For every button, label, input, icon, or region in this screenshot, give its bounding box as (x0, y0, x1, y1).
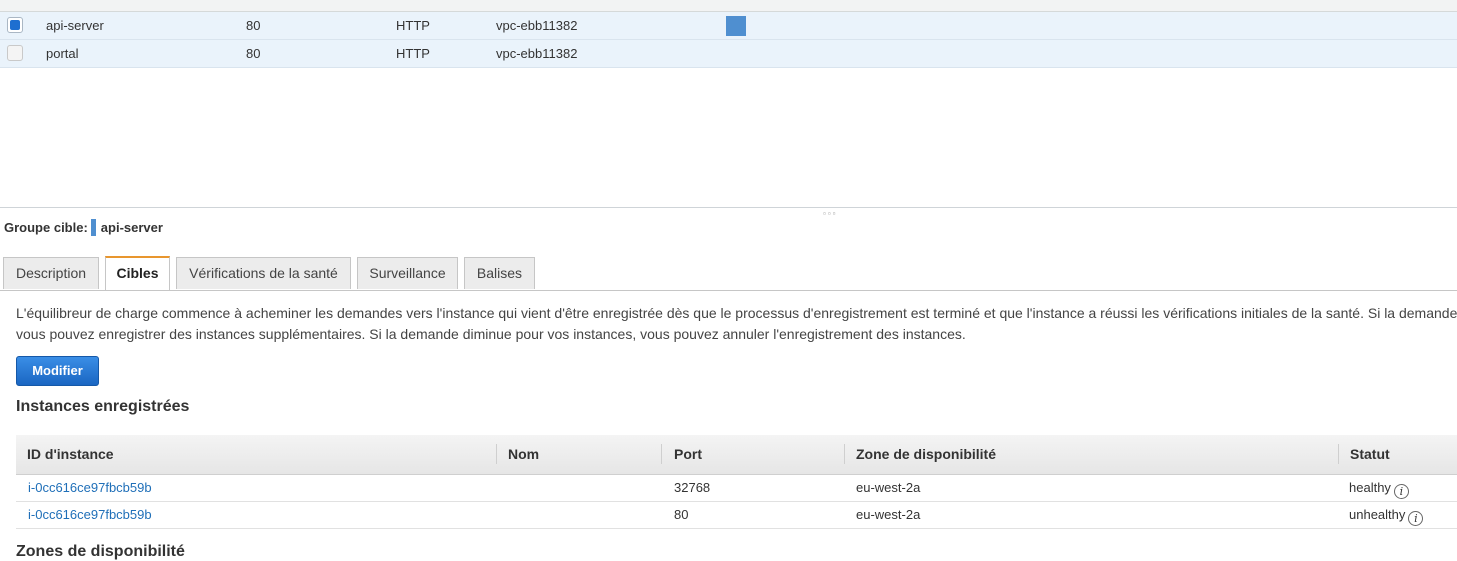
instances-table-header: ID d'instance Nom Port Zone de disponibi… (16, 435, 1457, 475)
column-header-name[interactable]: Nom (508, 446, 539, 462)
target-group-name: portal (46, 46, 79, 61)
column-divider[interactable] (844, 444, 845, 464)
row-checkbox[interactable] (7, 45, 23, 61)
instance-zone: eu-west-2a (856, 507, 921, 522)
tab-monitoring[interactable]: Surveillance (357, 257, 458, 289)
target-group-protocol: HTTP (396, 46, 430, 61)
column-divider[interactable] (1338, 444, 1339, 464)
group-label: Groupe cible: (4, 220, 88, 235)
target-group-name: api-server (46, 18, 104, 33)
target-group-port: 80 (246, 46, 261, 61)
targets-info-text: L'équilibreur de charge commence à achem… (16, 303, 1457, 345)
group-name: api-server (100, 220, 163, 235)
tab-health-checks[interactable]: Vérifications de la santé (176, 257, 351, 289)
group-color-marker (90, 219, 96, 236)
row-checkbox[interactable] (7, 17, 23, 33)
detail-heading: Groupe cible: api-server (4, 219, 163, 236)
instance-port: 80 (674, 507, 689, 522)
instance-id-link[interactable]: i-0cc616ce97fbcb59b (28, 480, 152, 495)
target-group-row[interactable]: portal 80 HTTP vpc-ebb11382 (0, 40, 1457, 68)
table-row: i-0cc616ce97fbcb59b 32768 eu-west-2a hea… (16, 474, 1457, 502)
target-group-port: 80 (246, 18, 261, 33)
status-text: healthy (1349, 480, 1391, 495)
instance-port: 32768 (674, 480, 711, 495)
instance-zone: eu-west-2a (856, 480, 921, 495)
column-header-port[interactable]: Port (674, 446, 702, 462)
column-header-zone[interactable]: Zone de disponibilité (856, 446, 996, 462)
status-text: unhealthy (1349, 507, 1406, 522)
column-divider[interactable] (661, 444, 662, 464)
tab-tags[interactable]: Balises (464, 257, 535, 289)
table-row: i-0cc616ce97fbcb59b 80 eu-west-2a unheal… (16, 501, 1457, 529)
availability-zones-title: Zones de disponibilité (16, 543, 185, 560)
info-line: L'équilibreur de charge commence à achem… (16, 305, 1457, 321)
column-header-instance-id[interactable]: ID d'instance (27, 446, 114, 462)
column-header-status[interactable]: Statut (1350, 446, 1390, 462)
target-group-row[interactable]: api-server 80 HTTP vpc-ebb11382 (0, 12, 1457, 40)
info-icon[interactable]: i (1393, 484, 1409, 499)
target-group-color-marker (726, 16, 746, 36)
instance-status: healthy i (1349, 480, 1409, 499)
resize-grip-icon[interactable]: ▫▫▫ (823, 209, 838, 218)
target-group-vpc: vpc-ebb11382 (496, 18, 578, 33)
modify-button[interactable]: Modifier (16, 356, 99, 386)
target-group-vpc: vpc-ebb11382 (496, 46, 578, 61)
target-group-table-header (0, 0, 1457, 12)
column-divider[interactable] (496, 444, 497, 464)
info-icon[interactable]: i (1408, 511, 1424, 526)
panel-splitter[interactable] (0, 207, 1457, 208)
tab-description[interactable]: Description (3, 257, 99, 289)
info-line: vous pouvez enregistrer des instances su… (16, 326, 966, 342)
instance-id-link[interactable]: i-0cc616ce97fbcb59b (28, 507, 152, 522)
target-group-protocol: HTTP (396, 18, 430, 33)
registered-instances-title: Instances enregistrées (16, 398, 190, 415)
detail-tabs: Description Cibles Vérifications de la s… (0, 256, 1457, 291)
tab-cibles[interactable]: Cibles (105, 256, 170, 290)
instance-status: unhealthy i (1349, 507, 1424, 526)
